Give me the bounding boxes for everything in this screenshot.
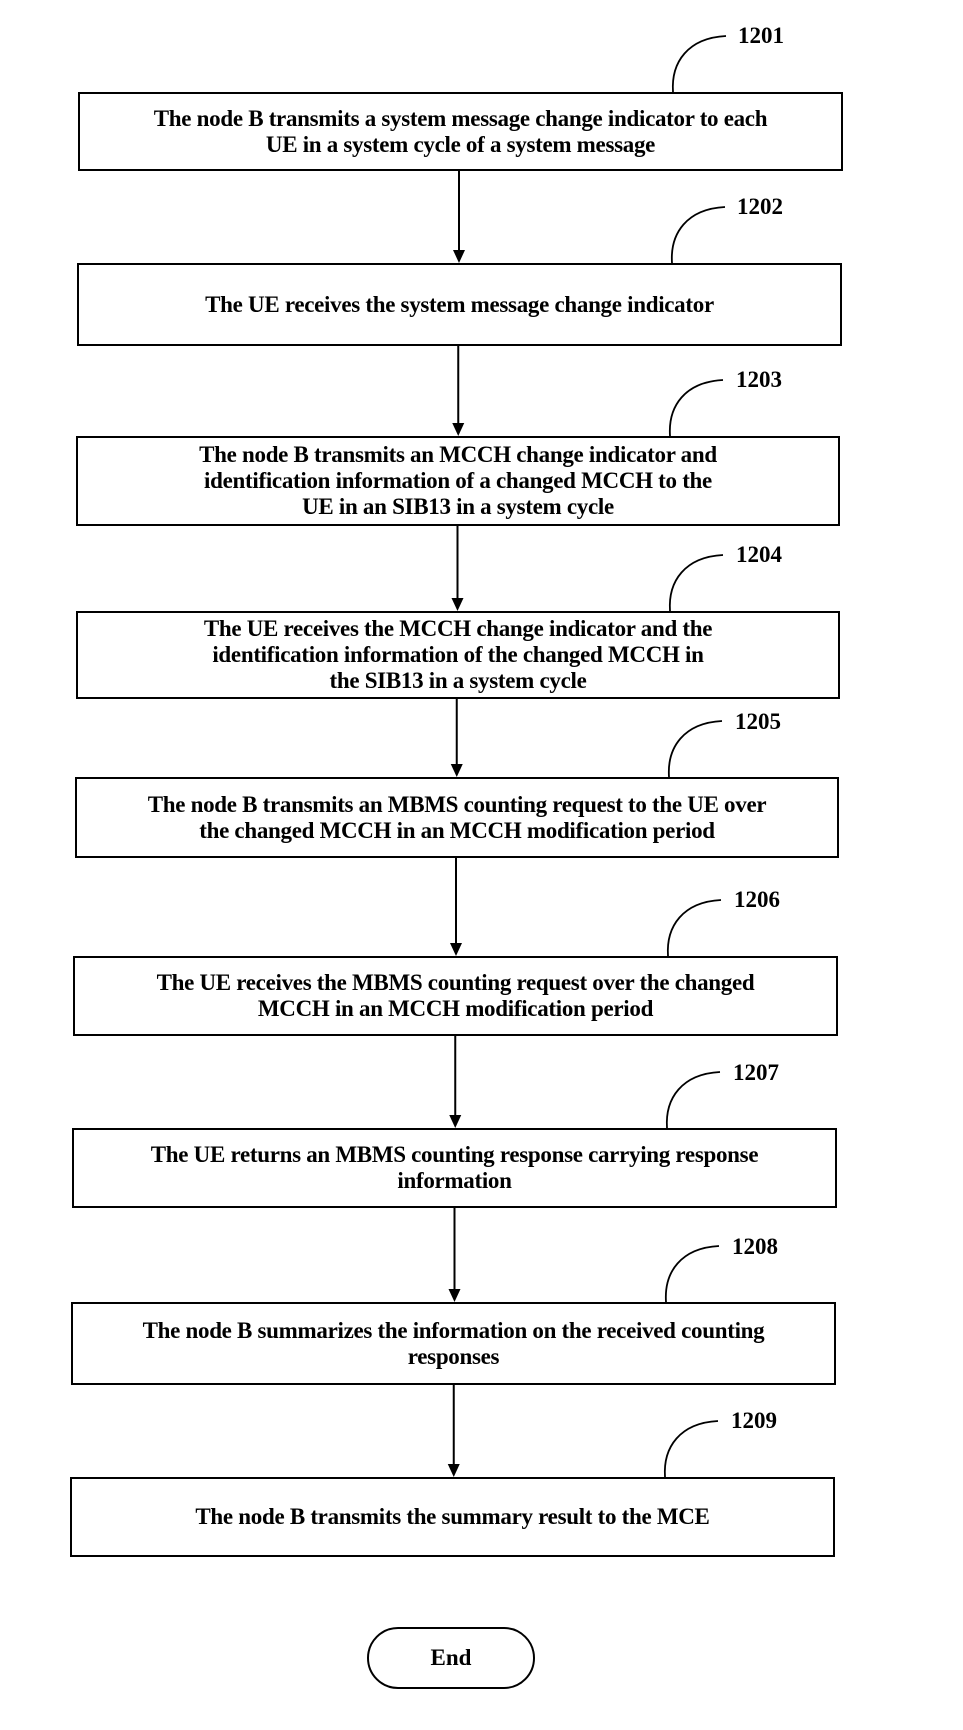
step-text-1204: The UE receives the MCCH change indicato… [203,616,713,693]
step-box-1206: The UE receives the MBMS counting reques… [73,956,838,1036]
step-box-1208: The node B summarizes the information on… [71,1302,836,1385]
leader-line-1203 [669,379,724,437]
arrowhead-1206 [450,943,462,956]
step-label-1202: 1202 [737,194,783,219]
arrowhead-1202 [453,250,465,263]
step-box-1202: The UE receives the system message chang… [77,263,842,346]
step-label-1205: 1205 [735,709,781,734]
leader-line-1204 [669,554,724,612]
leader-line-1205 [668,720,723,778]
arrowhead-1204 [451,598,464,611]
leader-line-1202 [671,206,726,264]
step-label-1208: 1208 [732,1234,778,1259]
arrowhead-1207 [449,1115,462,1128]
step-label-1201: 1201 [738,23,784,48]
step-box-1209: The node B transmits the summary result … [70,1477,835,1557]
step-label-1203: 1203 [736,367,782,392]
arrowhead-1209 [447,1464,460,1477]
end-label: End [430,1645,472,1670]
step-text-1207: The UE returns an MBMS counting response… [150,1142,759,1193]
step-box-1203: The node B transmits an MCCH change indi… [76,436,840,526]
step-box-1205: The node B transmits an MBMS counting re… [75,777,839,858]
leader-line-1208 [665,1245,720,1303]
step-label-1209: 1209 [731,1408,777,1433]
step-text-1206: The UE receives the MBMS counting reques… [156,970,755,1021]
end-terminator: End [367,1627,535,1689]
step-label-1206: 1206 [734,887,780,912]
leader-line-1209 [664,1420,719,1478]
step-text-1201: The node B transmits a system message ch… [153,105,768,157]
arrowhead-1205 [450,764,463,777]
step-text-1205: The node B transmits an MBMS counting re… [147,791,767,843]
leader-line-1206 [667,899,722,957]
step-box-1207: The UE returns an MBMS counting response… [72,1128,837,1208]
arrowhead-1208 [448,1289,461,1302]
step-text-1209: The node B transmits the summary result … [195,1504,710,1529]
step-text-1202: The UE receives the system message chang… [205,291,714,317]
leader-line-1207 [666,1071,721,1129]
connectors-layer [447,35,727,1478]
arrowhead-1203 [452,423,465,436]
step-label-1207: 1207 [733,1060,779,1085]
leader-line-1201 [672,35,727,93]
step-label-1204: 1204 [736,542,782,567]
step-text-1203: The node B transmits an MCCH change indi… [199,442,717,519]
step-text-1208: The node B summarizes the information on… [142,1317,765,1369]
step-box-1204: The UE receives the MCCH change indicato… [76,611,840,699]
step-box-1201: The node B transmits a system message ch… [78,92,843,171]
